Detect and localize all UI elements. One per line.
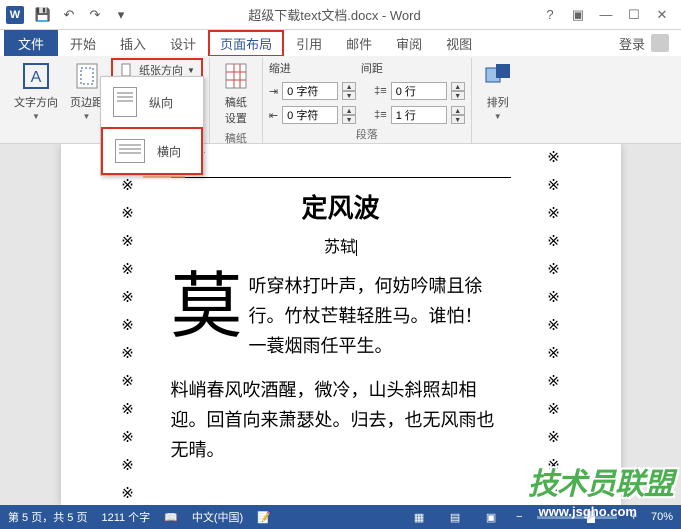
indent-left-icon: ⇥ xyxy=(269,85,278,98)
spinner-down[interactable]: ▼ xyxy=(451,115,465,124)
spacing-header: 间距 xyxy=(361,60,383,76)
chevron-down-icon: ▼ xyxy=(32,112,40,121)
ribbon: A 文字方向 ▼ 页边距 ▼ 纸张方向 ▼ 页 稿纸 设置 xyxy=(0,56,681,144)
orientation-menu: 纵向 横向 xyxy=(100,76,204,176)
window-title: 超级下载text文档.docx - Word xyxy=(132,5,537,24)
watermark-url: www.jsgho.com xyxy=(539,504,637,519)
spinner-down[interactable]: ▼ xyxy=(342,115,356,124)
watermark: 技术员联盟 xyxy=(528,459,673,503)
arrange-label: 排列 xyxy=(487,94,509,110)
manuscript-settings-button[interactable]: 稿纸 设置 xyxy=(216,58,256,128)
group-manuscript: 稿纸 设置 稿纸 xyxy=(210,58,263,143)
spinner-down[interactable]: ▼ xyxy=(451,91,465,100)
indent-left-input[interactable] xyxy=(282,82,338,100)
minimize-button[interactable]: — xyxy=(593,4,619,26)
tab-page-layout[interactable]: 页面布局 xyxy=(208,30,284,57)
close-button[interactable]: ✕ xyxy=(649,4,675,26)
undo-button[interactable]: ↶ xyxy=(58,4,80,26)
page: ※※※※※※※※※※※※※ ※※※※※※※※※※※※※ 站 定风波 苏轼 莫 听… xyxy=(61,144,621,505)
spacing-after-icon: ‡≡ xyxy=(374,109,387,121)
app-icon: W xyxy=(6,6,24,24)
tab-file[interactable]: 文件 xyxy=(4,30,58,57)
titlebar: W 💾 ↶ ↷ ▾ 超级下载text文档.docx - Word ? ▣ — ☐… xyxy=(0,0,681,30)
header-line xyxy=(171,177,511,178)
landscape-label: 横向 xyxy=(157,143,181,160)
paragraph-1: 莫 听穿林打叶声，何妨吟啸且徐 行。竹杖芒鞋轻胜马。谁怕！ 一蓑烟雨任平生。 xyxy=(171,271,511,361)
spinner-up[interactable]: ▲ xyxy=(451,82,465,91)
redo-button[interactable]: ↷ xyxy=(84,4,106,26)
insert-mode-icon[interactable]: 📝 xyxy=(257,511,271,524)
spacing-after-row: ‡≡ ▲▼ xyxy=(374,106,465,124)
indent-right-row: ⇤ ▲▼ xyxy=(269,106,356,124)
view-web-layout[interactable]: ▣ xyxy=(480,508,502,526)
text-cursor xyxy=(356,240,357,256)
tab-mailings[interactable]: 邮件 xyxy=(334,30,384,57)
zoom-level[interactable]: 70% xyxy=(651,511,673,523)
chevron-down-icon: ▼ xyxy=(494,112,502,121)
paragraph-2: 料峭春风吹酒醒，微冷，山头斜照却相迎。回首向来萧瑟处。归去，也无风雨也无晴。 xyxy=(171,375,511,465)
orientation-portrait[interactable]: 纵向 xyxy=(101,77,203,127)
spacing-before-row: ‡≡ ▲▼ xyxy=(374,82,465,100)
ribbon-display-button[interactable]: ▣ xyxy=(565,4,591,26)
tab-references[interactable]: 引用 xyxy=(284,30,334,57)
text-direction-label: 文字方向 xyxy=(14,94,58,110)
group-paragraph: 缩进 间距 ⇥ ▲▼ ‡≡ ▲▼ xyxy=(263,58,472,143)
login-link[interactable]: 登录 xyxy=(619,34,645,53)
orientation-landscape[interactable]: 横向 xyxy=(101,127,203,175)
indent-right-icon: ⇤ xyxy=(269,109,278,122)
help-button[interactable]: ? xyxy=(537,4,563,26)
view-print-layout[interactable]: ▤ xyxy=(444,508,466,526)
decorative-border-left: ※※※※※※※※※※※※※ xyxy=(119,144,137,505)
status-page[interactable]: 第 5 页，共 5 页 xyxy=(8,509,87,525)
indent-right-input[interactable] xyxy=(282,106,338,124)
view-read-mode[interactable]: ▦ xyxy=(408,508,430,526)
spinner-down[interactable]: ▼ xyxy=(342,91,356,100)
maximize-button[interactable]: ☐ xyxy=(621,4,647,26)
svg-text:A: A xyxy=(31,69,42,86)
spellcheck-icon[interactable]: 📖 xyxy=(164,511,178,524)
document-author: 苏轼 xyxy=(171,233,511,257)
window-controls: ? ▣ — ☐ ✕ xyxy=(537,4,675,26)
zoom-out-button[interactable]: − xyxy=(516,511,522,523)
portrait-icon xyxy=(113,87,137,117)
status-language[interactable]: 中文(中国) xyxy=(192,509,243,525)
tab-design[interactable]: 设计 xyxy=(158,30,208,57)
decorative-border-right: ※※※※※※※※※※※※※ xyxy=(545,144,563,505)
text-direction-button[interactable]: A 文字方向 ▼ xyxy=(10,58,62,123)
spinner-up[interactable]: ▲ xyxy=(342,106,356,115)
spinner-up[interactable]: ▲ xyxy=(342,82,356,91)
quick-access-toolbar: 💾 ↶ ↷ ▾ xyxy=(32,4,132,26)
manuscript-label: 稿纸 设置 xyxy=(225,94,247,126)
group-label-paragraph: 段落 xyxy=(269,124,465,144)
status-words[interactable]: 1211 个字 xyxy=(101,509,150,525)
spinner-up[interactable]: ▲ xyxy=(451,106,465,115)
margins-label: 页边距 xyxy=(70,94,103,110)
spacing-before-icon: ‡≡ xyxy=(374,85,387,97)
spacing-before-input[interactable] xyxy=(391,82,447,100)
avatar-icon[interactable] xyxy=(651,34,669,52)
spacing-after-input[interactable] xyxy=(391,106,447,124)
tab-review[interactable]: 审阅 xyxy=(384,30,434,57)
portrait-label: 纵向 xyxy=(149,94,173,111)
save-button[interactable]: 💾 xyxy=(32,4,54,26)
qat-customize[interactable]: ▾ xyxy=(110,4,132,26)
document-content: 站 定风波 苏轼 莫 听穿林打叶声，何妨吟啸且徐 行。竹杖芒鞋轻胜马。谁怕！ 一… xyxy=(171,152,511,465)
chevron-down-icon: ▼ xyxy=(187,66,195,75)
drop-cap: 莫 xyxy=(171,271,249,339)
tab-insert[interactable]: 插入 xyxy=(108,30,158,57)
chevron-down-icon: ▼ xyxy=(83,112,91,121)
document-area[interactable]: ※※※※※※※※※※※※※ ※※※※※※※※※※※※※ 站 定风波 苏轼 莫 听… xyxy=(0,144,681,505)
indent-header: 缩进 xyxy=(269,60,291,76)
ribbon-tabs: 文件 开始 插入 设计 页面布局 引用 邮件 审阅 视图 登录 xyxy=(0,30,681,56)
arrange-button[interactable]: 排列 ▼ xyxy=(478,58,518,123)
tab-home[interactable]: 开始 xyxy=(58,30,108,57)
document-title: 定风波 xyxy=(171,188,511,225)
group-arrange: 排列 ▼ xyxy=(472,58,524,143)
indent-left-row: ⇥ ▲▼ xyxy=(269,82,356,100)
landscape-icon xyxy=(115,139,145,163)
tab-view[interactable]: 视图 xyxy=(434,30,484,57)
